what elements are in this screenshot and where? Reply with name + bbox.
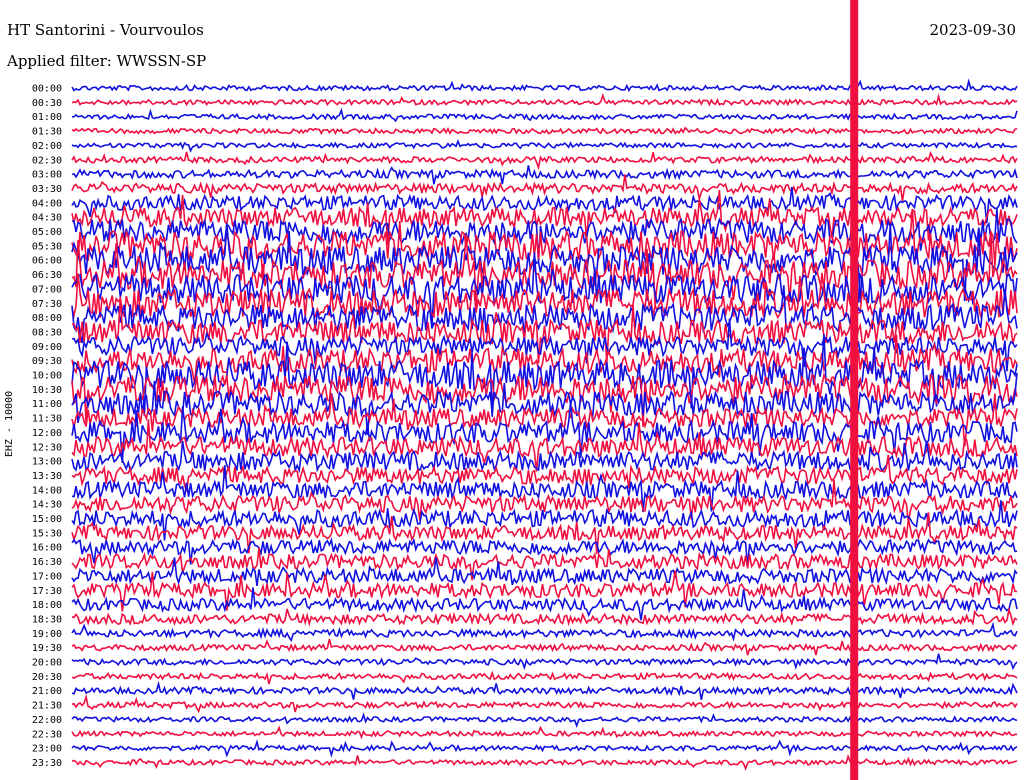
trace-row — [71, 126, 1018, 136]
row-time-label: 05:00 — [32, 227, 62, 238]
row-time-label: 17:00 — [32, 571, 62, 582]
trace-row — [71, 165, 1018, 185]
row-time-label: 01:30 — [32, 127, 62, 138]
row-time-label: 08:00 — [32, 313, 62, 324]
row-time-label: 07:00 — [32, 284, 62, 295]
row-time-label: 04:00 — [32, 198, 62, 209]
row-time-label: 13:00 — [32, 457, 62, 468]
row-time-label: 12:00 — [32, 428, 62, 439]
row-time-label: 06:30 — [32, 270, 62, 281]
row-time-label: 08:30 — [32, 327, 62, 338]
row-time-label: 15:00 — [32, 514, 62, 525]
row-time-label: 11:30 — [32, 414, 62, 425]
trace-row — [71, 440, 1018, 474]
trace-row — [71, 670, 1018, 685]
trace-row — [71, 693, 1018, 714]
row-time-label: 21:00 — [32, 686, 62, 697]
row-time-label: 09:00 — [32, 342, 62, 353]
seismogram-plot: 00:00 00:30 01:00 01:30 02:00 02:30 03:00 03:30… — [32, 0, 1018, 780]
row-time-label: 18:30 — [32, 614, 62, 625]
row-time-label: 09:30 — [32, 356, 62, 367]
trace-row — [71, 606, 1018, 627]
trace-row — [71, 78, 1018, 93]
row-time-label: 13:30 — [32, 471, 62, 482]
row-time-label: 05:30 — [32, 241, 62, 252]
trace-row — [71, 739, 1018, 758]
large-event-trace — [850, 0, 859, 780]
trace-row — [71, 547, 1018, 581]
row-time-label: 06:00 — [32, 256, 62, 267]
row-time-label: 07:30 — [32, 299, 62, 310]
row-time-label: 01:00 — [32, 112, 62, 123]
trace-row — [71, 639, 1018, 656]
trace-row — [71, 725, 1018, 740]
trace-row — [71, 107, 1018, 123]
row-time-label: 14:30 — [32, 500, 62, 511]
row-time-label: 18:00 — [32, 600, 62, 611]
row-time-label: 19:30 — [32, 643, 62, 654]
row-time-label: 16:30 — [32, 557, 62, 568]
trace-row — [71, 150, 1018, 171]
trace-row — [71, 621, 1018, 643]
row-time-label: 03:30 — [32, 184, 62, 195]
row-time-label: 02:30 — [32, 155, 62, 166]
row-time-label: 23:30 — [32, 758, 62, 769]
row-time-label: 16:00 — [32, 543, 62, 554]
row-time-label: 15:30 — [32, 528, 62, 539]
helicorder-canvas: HT Santorini - Vourvoulos 2023-09-30 App… — [0, 0, 1024, 780]
trace-row — [71, 712, 1018, 729]
trace-row — [71, 653, 1018, 671]
row-time-label: 02:00 — [32, 141, 62, 152]
row-time-label: 14:00 — [32, 485, 62, 496]
row-time-label: 10:00 — [32, 371, 62, 382]
row-time-label: 20:00 — [32, 658, 62, 669]
row-time-label: 00:00 — [32, 84, 62, 95]
row-time-label: 12:30 — [32, 442, 62, 453]
row-time-label: 22:30 — [32, 729, 62, 740]
trace-row — [71, 174, 1018, 202]
row-time-label: 22:00 — [32, 715, 62, 726]
row-time-label: 20:30 — [32, 672, 62, 683]
row-time-label: 00:30 — [32, 98, 62, 109]
row-time-label: 11:00 — [32, 399, 62, 410]
row-time-label: 10:30 — [32, 385, 62, 396]
row-time-label: 17:30 — [32, 586, 62, 597]
row-time-label: 03:00 — [32, 170, 62, 181]
row-time-label: 19:00 — [32, 629, 62, 640]
trace-row — [71, 753, 1018, 771]
row-time-label: 23:00 — [32, 744, 62, 755]
trace-row — [71, 680, 1018, 700]
row-time-label: 21:30 — [32, 701, 62, 712]
trace-row — [71, 92, 1018, 107]
trace-row — [71, 139, 1018, 153]
row-time-label: 04:30 — [32, 213, 62, 224]
